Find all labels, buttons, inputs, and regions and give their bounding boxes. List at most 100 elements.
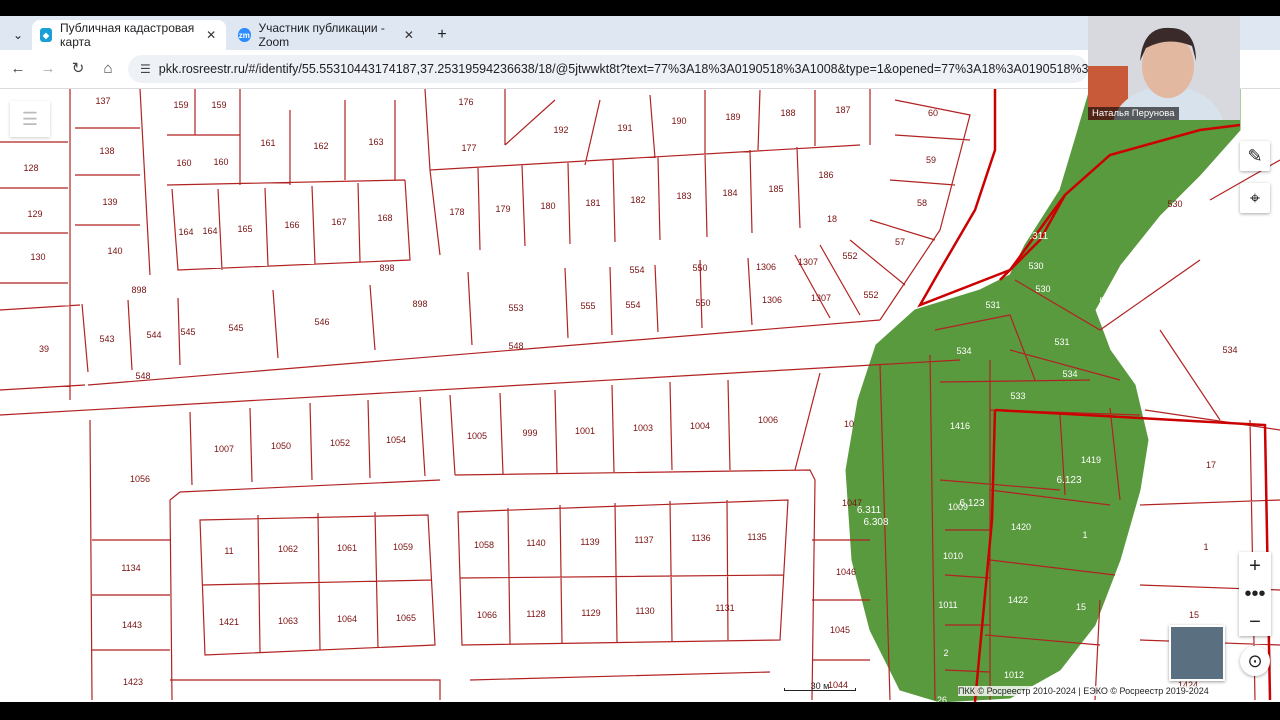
participant-name: Наталья Перунова <box>1088 107 1179 120</box>
parcel-label: 164 <box>178 227 193 237</box>
parcel-label: 1137 <box>634 535 653 545</box>
menu-icon: ☰ <box>21 108 39 129</box>
parcel-label: 530 <box>1099 296 1114 306</box>
screen-top-border <box>0 0 1280 16</box>
forward-button[interactable]: → <box>38 59 58 79</box>
parcel-label: 1011 <box>938 600 957 610</box>
close-icon[interactable]: ✕ <box>402 28 416 42</box>
parcel-label: 168 <box>377 213 392 223</box>
parcel-label: 1130 <box>635 606 654 616</box>
parcel-label: 1134 <box>121 563 140 573</box>
parcel-label: 1066 <box>477 610 497 620</box>
parcel-label: 164 <box>202 226 217 236</box>
parcel-label: 1306 <box>756 262 776 272</box>
parcel-label: 139 <box>102 197 117 207</box>
parcel-label: 1306 <box>762 295 782 305</box>
scale-line <box>784 688 856 691</box>
parcel-label: 17 <box>1206 460 1216 470</box>
plus-icon: + <box>1249 554 1261 577</box>
parcel-label: 179 <box>495 204 510 214</box>
parcel-label: 555 <box>580 301 595 311</box>
site-settings-icon[interactable]: ☰ <box>140 62 151 76</box>
map-canvas[interactable]: 137 159 159 176128138160 160161 162 163177192 1… <box>0 89 1280 702</box>
home-button[interactable]: ⌂ <box>98 59 118 79</box>
parcel-label: 160 <box>213 157 228 167</box>
parcel-label: 1063 <box>278 616 298 626</box>
arrow-left-icon: ← <box>10 60 26 77</box>
parcel-label: 1131 <box>715 603 734 613</box>
map-menu-button[interactable]: ☰ <box>10 101 50 137</box>
parcel-label: 552 <box>863 290 878 300</box>
ruler-button[interactable]: ✎ <box>1240 141 1270 171</box>
parcel-label: 545 <box>180 327 195 337</box>
parcel-label: 183 <box>676 191 691 201</box>
webcam-overlay: Наталья Перунова <box>1088 16 1240 120</box>
parcel-label: 15 <box>1076 602 1086 612</box>
parcel-label: 10 <box>844 419 854 429</box>
parcel-label: 161 <box>260 138 275 148</box>
crosshair-icon: ⌖ <box>1249 187 1261 208</box>
parcel-label: 898 <box>131 285 146 295</box>
parcel-label: 1416 <box>950 421 970 431</box>
parcel-label: 530 <box>1167 199 1182 209</box>
parcel-label: 160 <box>176 158 191 168</box>
parcel-label: 176 <box>458 97 473 107</box>
basemap-thumbnail[interactable] <box>1169 625 1225 681</box>
tab-search-dropdown[interactable]: ⌄ <box>4 20 32 50</box>
copyright-text: ПКК © Росреестр 2010-2024 | ЕЭКО © Росре… <box>958 686 1209 696</box>
tab-cadastral-map[interactable]: ◆ Публичная кадастровая карта ✕ <box>32 20 226 50</box>
close-icon[interactable]: ✕ <box>204 28 218 42</box>
parcel-label: 1003 <box>633 423 653 433</box>
parcel-label: 159 <box>173 100 188 110</box>
parcel-label: 178 <box>449 207 464 217</box>
parcel-label: 1001 <box>575 426 595 436</box>
parcel-label: 534 <box>956 346 971 356</box>
parcel-label: 533 <box>1010 391 1025 401</box>
compass-button[interactable]: ⊙ <box>1240 646 1270 676</box>
parcel-label: 554 <box>625 300 640 310</box>
parcel-label: 129 <box>27 209 42 219</box>
parcel-label: 1 <box>1082 530 1087 540</box>
parcel-label: 1056 <box>130 474 150 484</box>
parcel-label: 181 <box>585 198 600 208</box>
cadastral-map[interactable]: 137 159 159 176 128 138 160 160 161 162 163 177 192 1… <box>0 89 1280 702</box>
parcel-label: 1140 <box>526 538 545 548</box>
locate-button[interactable]: ⌖ <box>1240 183 1270 213</box>
parcel-label: 530 <box>1035 284 1050 294</box>
parcel-label: 1005 <box>467 431 487 441</box>
back-button[interactable]: ← <box>8 59 28 79</box>
parcel-label: 128 <box>23 163 38 173</box>
zoom-controls: + ••• − <box>1239 552 1271 636</box>
zoom-out-button[interactable]: − <box>1239 608 1271 636</box>
parcel-label: 159 <box>211 100 226 110</box>
parcel-label: 58 <box>917 198 927 208</box>
parcel-label: 167 <box>331 217 346 227</box>
parcel-label: 188 <box>780 108 795 118</box>
ruler-icon: ✎ <box>1247 145 1263 166</box>
parcel-label: 1423 <box>123 677 143 687</box>
parcel-label: 1307 <box>811 293 831 303</box>
parcel-label: 162 <box>313 141 328 151</box>
parcel-label: 1006 <box>758 415 778 425</box>
new-tab-button[interactable]: + <box>430 20 454 50</box>
reload-button[interactable]: ↻ <box>68 59 88 79</box>
parcel-label: 1420 <box>1011 522 1031 532</box>
parcel-label: 130 <box>30 252 45 262</box>
parcel-label: 39 <box>39 344 49 354</box>
parcel-label: 1065 <box>396 613 416 623</box>
parcel-label: 180 <box>540 201 555 211</box>
parcel-label: 137 <box>95 96 110 106</box>
parcel-label: 1064 <box>337 614 357 624</box>
parcel-label: 1058 <box>474 540 494 550</box>
parcel-label: 1046 <box>836 567 856 577</box>
parcel-label: 1059 <box>393 542 413 552</box>
more-icon: ••• <box>1244 582 1266 605</box>
parcel-label: 140 <box>107 246 122 256</box>
zone-label: 6.308 <box>863 517 888 528</box>
parcel-label: 182 <box>630 195 645 205</box>
parcel-label: 543 <box>99 334 114 344</box>
zoom-in-button[interactable]: + <box>1239 552 1271 580</box>
url-field[interactable]: ☰ pkk.rosreestr.ru/#/identify/55.5531044… <box>128 55 1088 83</box>
tab-zoom[interactable]: zm Участник публикации - Zoom ✕ <box>230 20 424 50</box>
zoom-more-button[interactable]: ••• <box>1239 580 1271 608</box>
